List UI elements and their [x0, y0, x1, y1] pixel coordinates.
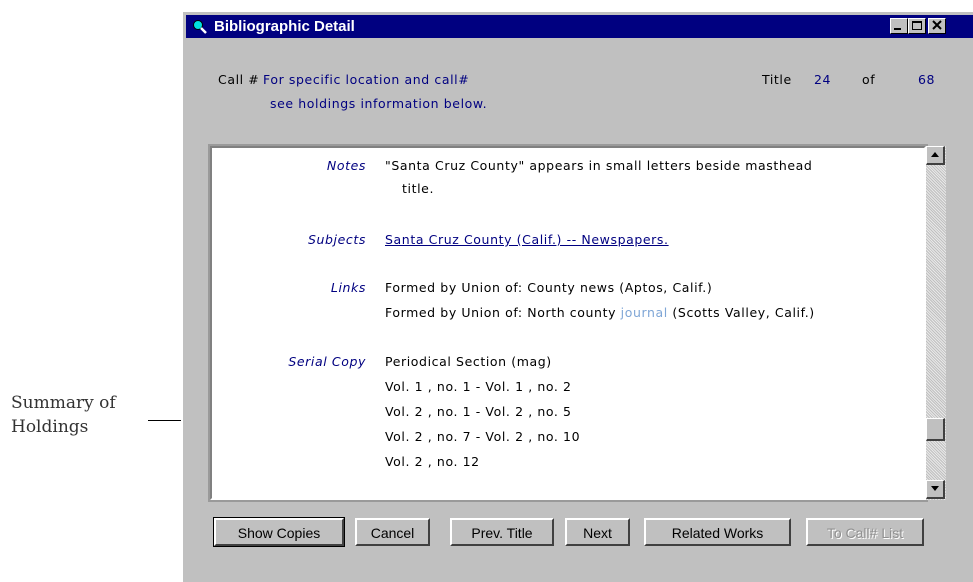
- minimize-icon: [894, 28, 901, 30]
- title-label: Title: [762, 72, 792, 87]
- call-number-note-line2: see holdings information below.: [270, 96, 488, 111]
- title-of-label: of: [862, 72, 876, 87]
- related-works-button[interactable]: Related Works: [644, 518, 791, 546]
- title-current-number: 24: [814, 72, 832, 87]
- next-button[interactable]: Next: [565, 518, 630, 546]
- record-detail-panel: Notes "Santa Cruz County" appears in sma…: [208, 144, 928, 502]
- annotation-line1: Summary of: [11, 393, 116, 413]
- maximize-icon: [912, 21, 922, 30]
- show-copies-button[interactable]: Show Copies: [213, 517, 345, 547]
- serial-item: Vol. 2 , no. 7 - Vol. 2 , no. 10: [385, 429, 581, 444]
- scroll-up-button[interactable]: [926, 146, 945, 165]
- bibliographic-detail-window: Bibliographic Detail Call # For specific…: [181, 10, 973, 582]
- call-number-note-line1: For specific location and call#: [263, 72, 470, 87]
- close-button[interactable]: [928, 18, 946, 34]
- arrow-down-icon: [931, 486, 939, 491]
- cancel-button[interactable]: Cancel: [355, 518, 430, 546]
- notes-label: Notes: [326, 158, 366, 173]
- notes-line2: title.: [402, 181, 435, 196]
- links-label: Links: [330, 280, 366, 295]
- maximize-button[interactable]: [908, 18, 926, 34]
- journal-word: journal: [620, 305, 668, 320]
- title-bar[interactable]: Bibliographic Detail: [186, 15, 973, 38]
- holdings-annotation: Summary of Holdings: [11, 391, 116, 439]
- links-line2: Formed by Union of: North county journal…: [385, 305, 815, 320]
- serial-copy-label: Serial Copy: [288, 354, 366, 369]
- call-number-label: Call #: [218, 72, 260, 87]
- scroll-down-button[interactable]: [926, 480, 945, 499]
- magnifier-icon: [193, 20, 207, 34]
- serial-item: Periodical Section (mag): [385, 354, 552, 369]
- to-call-list-button: To Call# List: [806, 518, 924, 546]
- links-line2-suffix: (Scotts Valley, Calif.): [667, 305, 815, 320]
- minimize-button[interactable]: [890, 18, 908, 34]
- window-title: Bibliographic Detail: [214, 18, 355, 35]
- close-icon: [932, 20, 942, 30]
- arrow-up-icon: [931, 152, 939, 157]
- vertical-scrollbar[interactable]: [926, 146, 946, 500]
- serial-item: Vol. 2 , no. 1 - Vol. 2 , no. 5: [385, 404, 572, 419]
- links-line1: Formed by Union of: County news (Aptos, …: [385, 280, 713, 295]
- subject-link[interactable]: Santa Cruz County (Calif.) -- Newspapers…: [385, 232, 669, 247]
- title-total-number: 68: [918, 72, 936, 87]
- prev-title-button[interactable]: Prev. Title: [450, 518, 554, 546]
- annotation-line2: Holdings: [11, 417, 89, 437]
- scroll-thumb[interactable]: [926, 418, 945, 441]
- serial-item: Vol. 2 , no. 12: [385, 454, 480, 469]
- serial-item: Vol. 1 , no. 1 - Vol. 1 , no. 2: [385, 379, 572, 394]
- links-line2-prefix: Formed by Union of: North county: [385, 305, 621, 320]
- subjects-label: Subjects: [307, 232, 366, 247]
- notes-line1: "Santa Cruz County" appears in small let…: [385, 158, 813, 173]
